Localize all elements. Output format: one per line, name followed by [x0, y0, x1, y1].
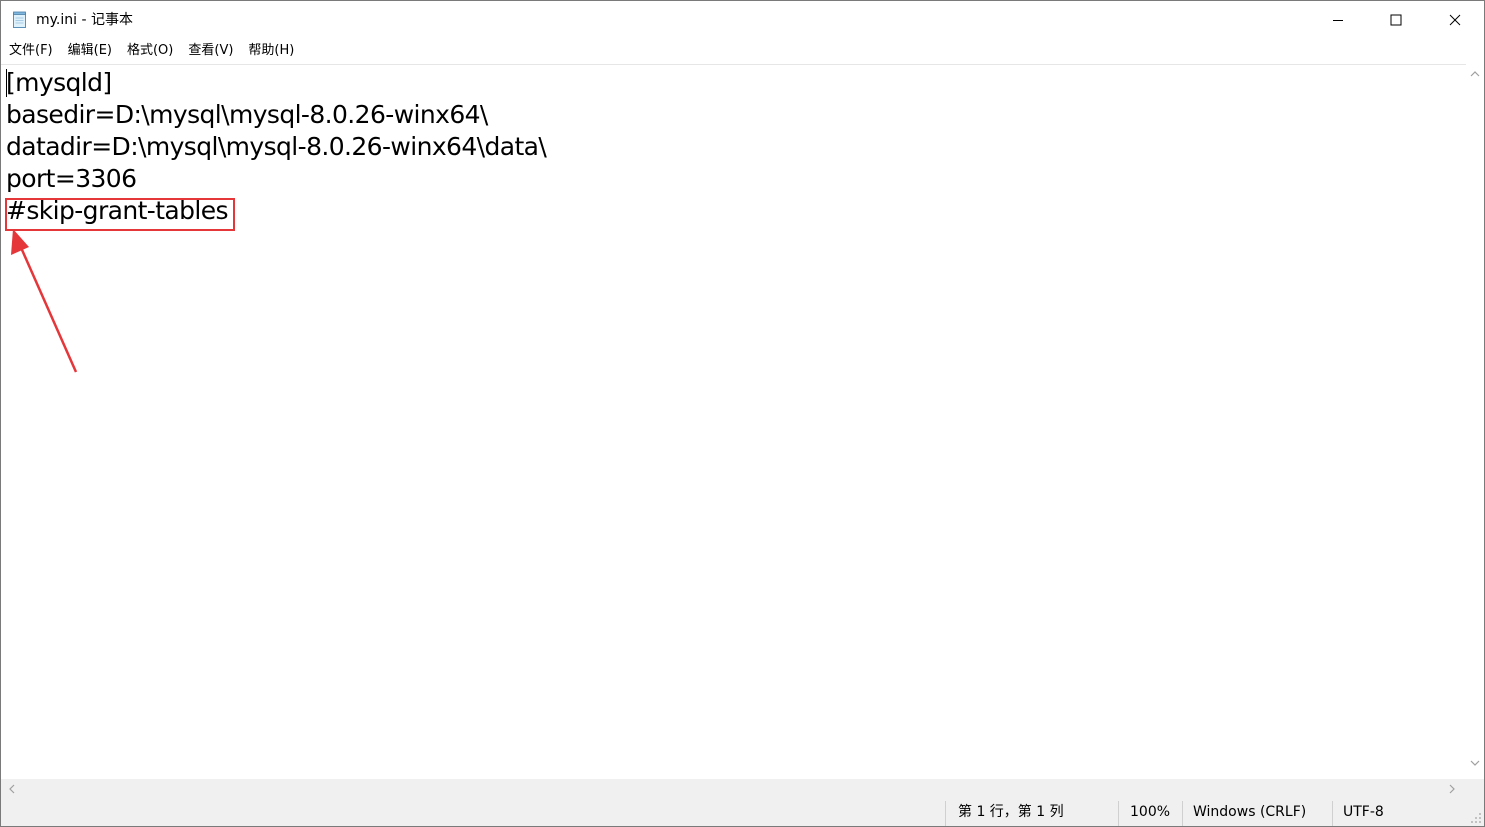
status-bar: 第 1 行，第 1 列 100% Windows (CRLF) UTF-8	[1, 799, 1484, 826]
menu-file[interactable]: 文件(F)	[1, 39, 60, 63]
menu-edit[interactable]: 编辑(E)	[60, 39, 119, 63]
menu-format[interactable]: 格式(O)	[119, 39, 180, 63]
resize-grip-icon[interactable]	[1471, 813, 1482, 824]
menu-bar: 文件(F) 编辑(E) 格式(O) 查看(V) 帮助(H)	[1, 39, 1484, 63]
scroll-left-arrow-icon[interactable]	[8, 784, 16, 794]
maximize-button[interactable]	[1367, 1, 1425, 39]
minimize-icon	[1333, 20, 1343, 21]
scroll-down-arrow-icon[interactable]	[1470, 759, 1480, 767]
status-encoding: UTF-8	[1343, 804, 1384, 820]
menu-help[interactable]: 帮助(H)	[240, 39, 301, 63]
status-divider	[1182, 801, 1183, 826]
minimize-button[interactable]	[1309, 1, 1367, 39]
close-button[interactable]	[1426, 1, 1484, 39]
title-bar[interactable]: my.ini - 记事本	[1, 1, 1484, 39]
status-divider	[1332, 801, 1333, 826]
status-line-ending: Windows (CRLF)	[1193, 804, 1307, 820]
maximize-icon	[1390, 14, 1402, 26]
notepad-window: my.ini - 记事本 文件(F) 编辑(E) 格式(O) 查看(V) 帮助(…	[0, 0, 1485, 827]
status-divider	[1118, 801, 1119, 826]
vertical-scrollbar[interactable]	[1466, 64, 1484, 779]
notepad-icon	[13, 11, 26, 28]
status-divider	[945, 801, 946, 826]
text-editor[interactable]: [mysqld] basedir=D:\mysql\mysql-8.0.26-w…	[1, 64, 1466, 780]
scroll-up-arrow-icon[interactable]	[1470, 70, 1480, 78]
window-title: my.ini - 记事本	[36, 12, 133, 28]
annotation-arrow	[11, 229, 78, 373]
scrollbar-corner	[1466, 779, 1484, 799]
status-zoom: 100%	[1130, 804, 1171, 820]
close-icon	[1449, 14, 1461, 26]
horizontal-scrollbar[interactable]	[1, 779, 1466, 799]
scroll-right-arrow-icon[interactable]	[1448, 784, 1456, 794]
menu-view[interactable]: 查看(V)	[180, 39, 240, 63]
status-cursor-position: 第 1 行，第 1 列	[958, 804, 1064, 820]
